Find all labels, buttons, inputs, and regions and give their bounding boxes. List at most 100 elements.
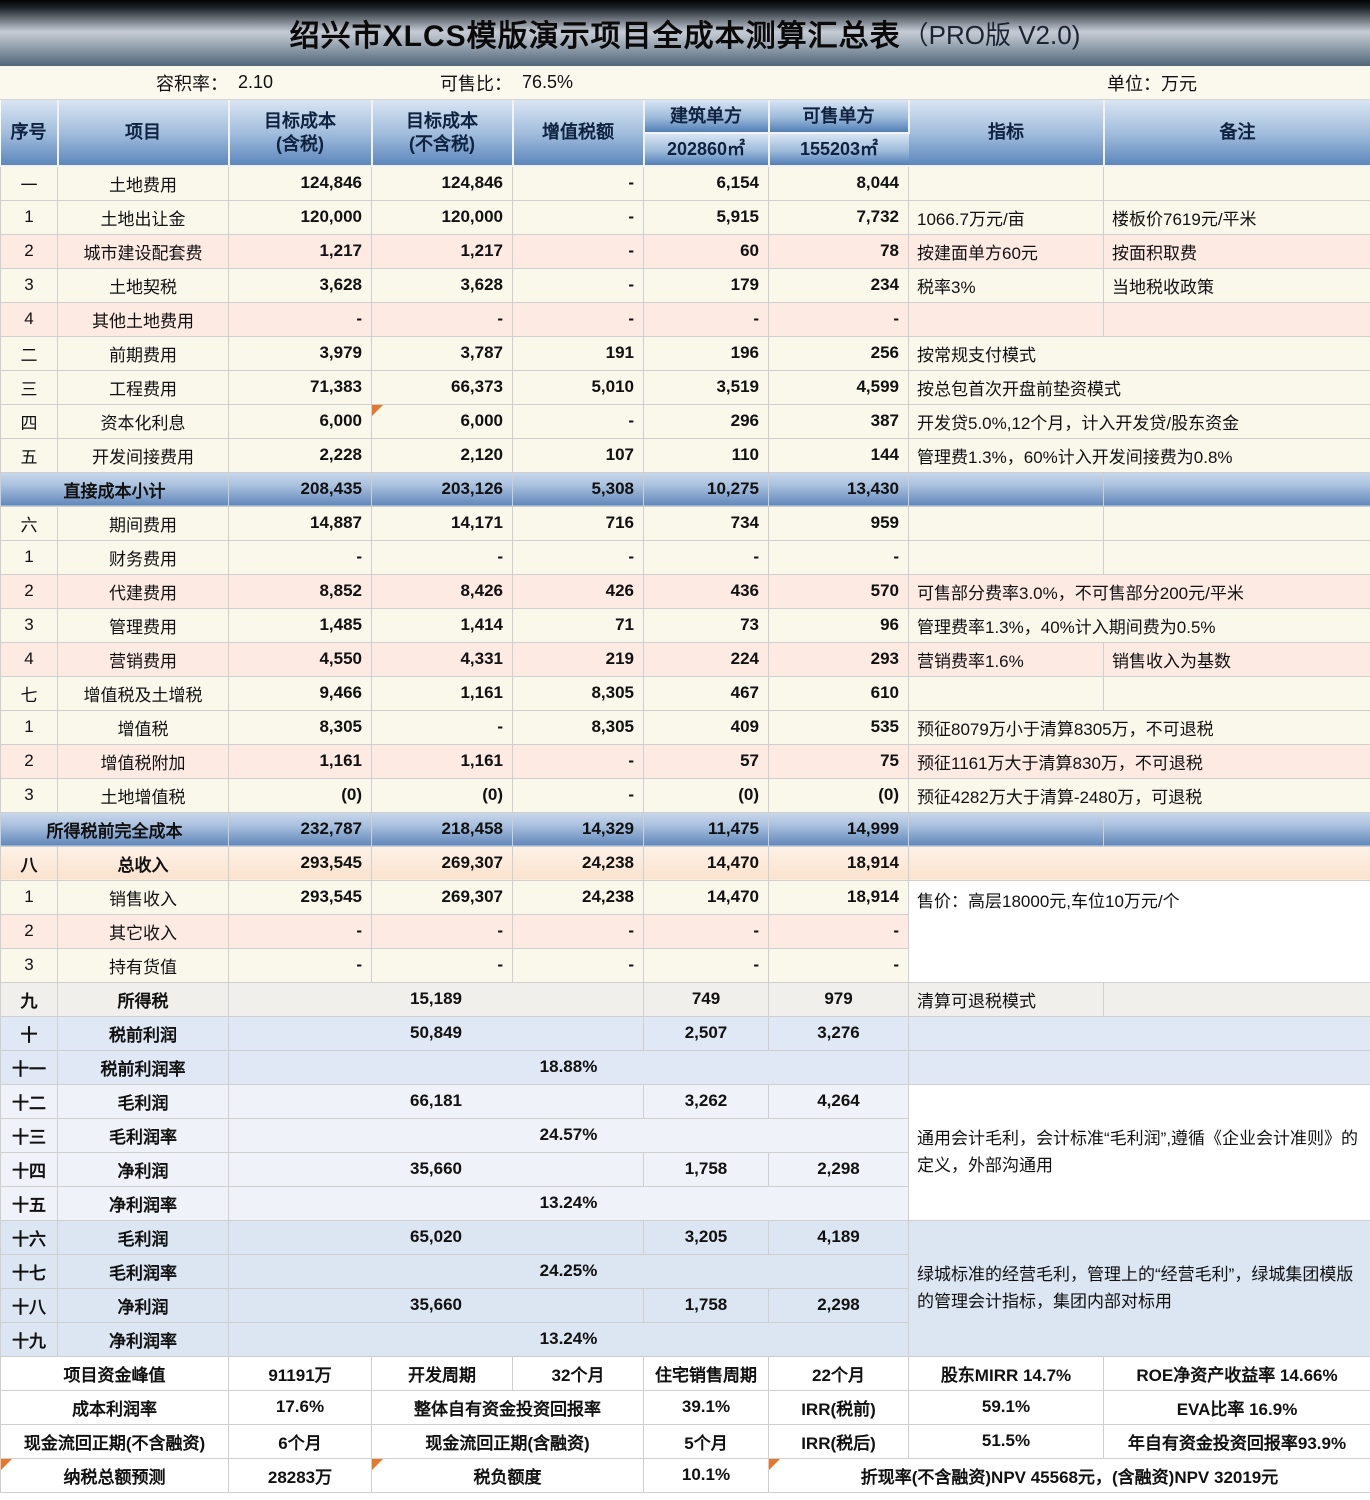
table-cell[interactable]: 项目资金峰值 xyxy=(1,1356,229,1390)
table-cell[interactable]: 14,329 xyxy=(513,812,644,846)
table-cell[interactable]: 土地出让金 xyxy=(58,200,229,234)
table-cell[interactable] xyxy=(1104,472,1370,506)
table-cell[interactable]: - xyxy=(229,540,372,574)
table-cell[interactable]: 整体自有资金投资回报率 xyxy=(372,1390,644,1424)
table-cell[interactable]: 土地契税 xyxy=(58,268,229,302)
table-cell[interactable]: 十九 xyxy=(1,1322,58,1356)
table-cell[interactable]: - xyxy=(769,948,909,982)
table-cell[interactable]: 其他土地费用 xyxy=(58,302,229,336)
table-cell[interactable]: 8,305 xyxy=(513,710,644,744)
table-cell[interactable]: 管理费用 xyxy=(58,608,229,642)
table-cell[interactable]: 4 xyxy=(1,302,58,336)
table-cell[interactable]: - xyxy=(644,914,769,948)
table-cell[interactable]: 资本化利息 xyxy=(58,404,229,438)
table-cell[interactable] xyxy=(1104,540,1370,574)
salable-ratio-value[interactable]: 76.5% xyxy=(512,72,643,93)
col-header-seq[interactable]: 序号 xyxy=(1,100,58,166)
plot-ratio-value[interactable]: 2.10 xyxy=(228,72,371,93)
table-cell[interactable]: 1,217 xyxy=(372,234,513,268)
table-cell[interactable]: 十五 xyxy=(1,1186,58,1220)
table-cell[interactable]: 增值税附加 xyxy=(58,744,229,778)
table-cell[interactable]: 销售收入 xyxy=(58,880,229,914)
table-cell[interactable]: 九 xyxy=(1,982,58,1016)
table-cell[interactable]: 219 xyxy=(513,642,644,676)
table-cell[interactable]: 293,545 xyxy=(229,846,372,880)
table-cell[interactable]: 11,475 xyxy=(644,812,769,846)
table-cell[interactable]: IRR(税后) xyxy=(769,1424,909,1458)
table-cell[interactable]: 269,307 xyxy=(372,846,513,880)
table-cell[interactable]: 387 xyxy=(769,404,909,438)
table-cell[interactable]: 75 xyxy=(769,744,909,778)
table-cell[interactable]: - xyxy=(372,302,513,336)
table-cell[interactable]: 65,020 xyxy=(229,1220,644,1254)
table-cell[interactable]: 所得税前完全成本 xyxy=(1,812,229,846)
table-cell[interactable]: 3 xyxy=(1,778,58,812)
table-cell[interactable]: 144 xyxy=(769,438,909,472)
table-cell[interactable]: 426 xyxy=(513,574,644,608)
table-cell[interactable]: 716 xyxy=(513,506,644,540)
table-cell[interactable] xyxy=(1104,812,1370,846)
table-cell[interactable]: 32个月 xyxy=(513,1356,644,1390)
table-cell[interactable]: - xyxy=(644,948,769,982)
table-cell[interactable]: IRR(税前) xyxy=(769,1390,909,1424)
table-cell[interactable]: 预征8079万小于清算8305万，不可退税 xyxy=(909,710,1370,744)
table-cell[interactable]: 三 xyxy=(1,370,58,404)
table-cell[interactable]: 净利润 xyxy=(58,1288,229,1322)
table-cell[interactable]: - xyxy=(229,302,372,336)
table-cell[interactable]: 按建面单方60元 xyxy=(909,234,1104,268)
table-cell[interactable] xyxy=(909,846,1370,880)
table-cell[interactable]: 前期费用 xyxy=(58,336,229,370)
table-cell[interactable]: 71 xyxy=(513,608,644,642)
table-cell[interactable]: 纳税总额预测 xyxy=(1,1458,229,1492)
table-cell[interactable]: 按总包首次开盘前垫资模式 xyxy=(909,370,1370,404)
table-cell[interactable]: 按常规支付模式 xyxy=(909,336,1370,370)
col-header-gfa-area[interactable]: 202860㎡ xyxy=(644,133,769,166)
table-cell[interactable]: 营销费用 xyxy=(58,642,229,676)
table-cell[interactable]: (0) xyxy=(372,778,513,812)
table-cell[interactable]: 5,308 xyxy=(513,472,644,506)
table-cell[interactable]: 749 xyxy=(644,982,769,1016)
table-cell[interactable]: 5,915 xyxy=(644,200,769,234)
table-cell[interactable]: 293 xyxy=(769,642,909,676)
table-cell[interactable]: - xyxy=(513,744,644,778)
table-cell[interactable]: 24.57% xyxy=(229,1118,909,1152)
table-cell[interactable]: 8,426 xyxy=(372,574,513,608)
table-cell[interactable]: 财务费用 xyxy=(58,540,229,574)
table-cell[interactable] xyxy=(909,676,1104,710)
table-cell[interactable]: - xyxy=(513,268,644,302)
table-cell[interactable]: 8,305 xyxy=(229,710,372,744)
col-header-salable-unit[interactable]: 可售单方 xyxy=(769,100,909,133)
table-cell[interactable]: 十七 xyxy=(1,1254,58,1288)
table-cell[interactable]: - xyxy=(769,540,909,574)
table-cell[interactable]: 179 xyxy=(644,268,769,302)
table-cell[interactable]: 住宅销售周期 xyxy=(644,1356,769,1390)
table-cell[interactable]: 107 xyxy=(513,438,644,472)
table-cell[interactable]: 开发贷5.0%,12个月，计入开发贷/股东资金 xyxy=(909,404,1370,438)
table-cell[interactable]: 营销费率1.6% xyxy=(909,642,1104,676)
table-cell[interactable]: 35,660 xyxy=(229,1152,644,1186)
table-cell[interactable]: 256 xyxy=(769,336,909,370)
table-cell[interactable]: 成本利润率 xyxy=(1,1390,229,1424)
table-cell[interactable]: 2 xyxy=(1,574,58,608)
table-cell[interactable]: - xyxy=(769,914,909,948)
table-cell[interactable]: 股东MIRR 14.7% xyxy=(909,1356,1104,1390)
col-header-gfa-unit[interactable]: 建筑单方 xyxy=(644,100,769,133)
table-cell[interactable]: 18.88% xyxy=(229,1050,909,1084)
table-cell[interactable]: 税前利润 xyxy=(58,1016,229,1050)
table-cell[interactable]: 清算可退税模式 xyxy=(909,982,1104,1016)
table-cell[interactable]: 10,275 xyxy=(644,472,769,506)
table-cell[interactable] xyxy=(909,302,1104,336)
table-cell[interactable]: (0) xyxy=(644,778,769,812)
table-cell[interactable]: 610 xyxy=(769,676,909,710)
table-cell[interactable]: 2 xyxy=(1,914,58,948)
table-cell[interactable]: 17.6% xyxy=(229,1390,372,1424)
table-cell[interactable]: 7,732 xyxy=(769,200,909,234)
table-cell[interactable]: 6,000 xyxy=(372,404,513,438)
table-cell[interactable]: 24,238 xyxy=(513,846,644,880)
table-cell[interactable]: 14,887 xyxy=(229,506,372,540)
table-cell[interactable]: 2,507 xyxy=(644,1016,769,1050)
table-cell[interactable]: (0) xyxy=(229,778,372,812)
table-cell[interactable]: 管理费率1.3%，40%计入期间费为0.5% xyxy=(909,608,1370,642)
col-header-salable-area[interactable]: 155203㎡ xyxy=(769,133,909,166)
table-cell[interactable]: 467 xyxy=(644,676,769,710)
